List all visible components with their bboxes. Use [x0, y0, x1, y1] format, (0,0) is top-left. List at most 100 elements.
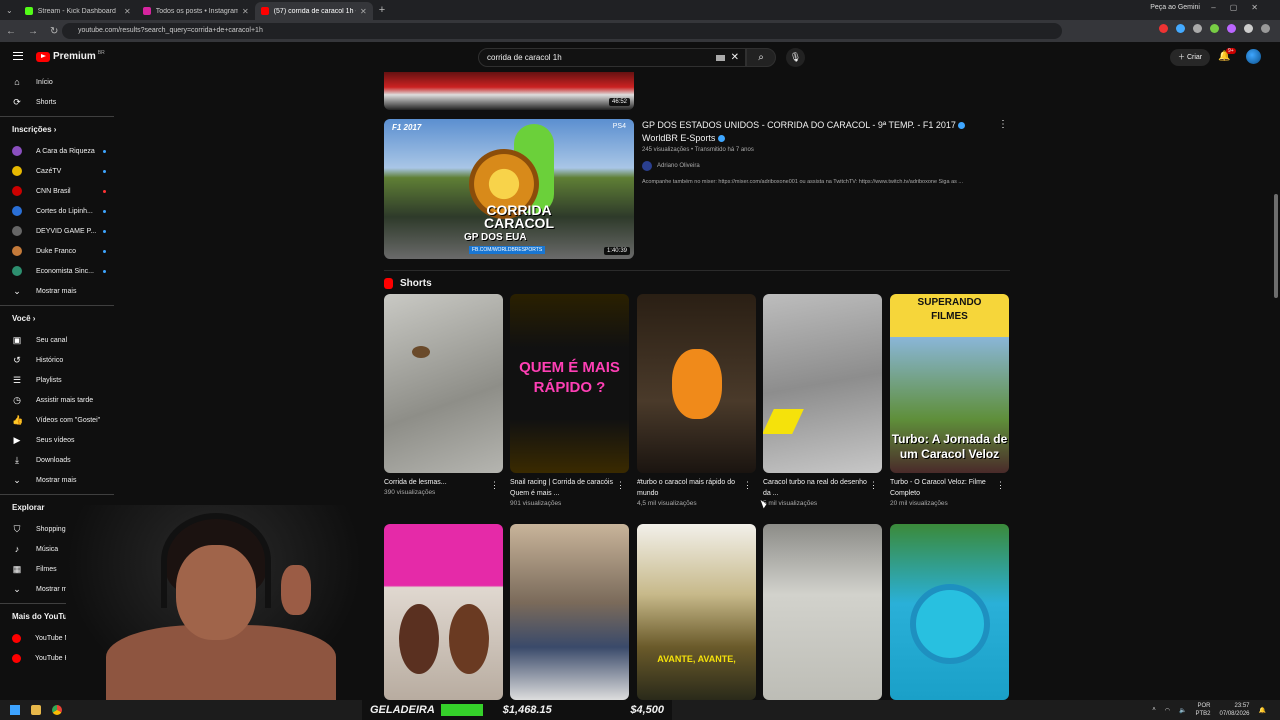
- sidebar-item-watch-later[interactable]: ◷ Assistir mais tarde: [0, 390, 118, 410]
- short-card[interactable]: Caracol turbo na real do desenho da ... …: [763, 294, 882, 507]
- short-thumbnail[interactable]: [384, 524, 503, 700]
- short-title[interactable]: Snail racing | Corrida de caracóis Quem …: [510, 477, 614, 499]
- video-thumbnail[interactable]: F1 2017 PS4 CORRIDA CARACOL GP DOS EUA F…: [384, 119, 634, 259]
- file-explorer-icon[interactable]: [31, 705, 41, 715]
- more-vert-icon[interactable]: ⋮: [743, 480, 752, 491]
- short-thumbnail[interactable]: AVANTE, AVANTE,: [637, 524, 756, 700]
- short-card[interactable]: SUPERANDO FILMES Turbo: A Jornada de um …: [890, 294, 1009, 507]
- close-icon[interactable]: ✕: [360, 7, 367, 16]
- window-controls[interactable]: –▢✕: [1211, 3, 1272, 12]
- more-vert-icon[interactable]: ⋮: [490, 480, 499, 491]
- browser-tabbar: ⌄ Stream - Kick Dashboard ✕ Todos os post…: [0, 0, 1280, 20]
- new-tab-button[interactable]: +: [379, 4, 385, 16]
- short-card[interactable]: [384, 524, 503, 700]
- extension-icon[interactable]: [1210, 24, 1219, 33]
- globe-icon: [958, 122, 966, 130]
- more-vert-icon[interactable]: ⋮: [998, 119, 1008, 130]
- system-tray: ˄ ◠ 🔈 POR PTB2 23:57 07/08/2026 🔔: [1152, 702, 1266, 718]
- tab-instagram[interactable]: Todos os posts • Instagram ✕: [137, 2, 255, 20]
- notification-icon[interactable]: 🔔: [1259, 707, 1266, 714]
- reload-icon[interactable]: ↻: [50, 26, 58, 37]
- short-thumbnail[interactable]: [890, 524, 1009, 700]
- short-thumbnail[interactable]: SUPERANDO FILMES Turbo: A Jornada de um …: [890, 294, 1009, 473]
- youtube-logo[interactable]: Premium BR: [36, 50, 105, 62]
- short-thumbnail[interactable]: [763, 524, 882, 700]
- video-channel[interactable]: Adriano Oliveira: [642, 161, 1002, 171]
- search-input[interactable]: corrida de caracol 1h ✕: [478, 48, 746, 67]
- short-card[interactable]: #turbo o caracol mais rápido do mundo 4,…: [637, 294, 756, 507]
- short-card[interactable]: QUEM É MAIS RÁPIDO ? Snail racing | Corr…: [510, 294, 629, 507]
- sidebar-item-channel[interactable]: Cortes do Lipinh...: [0, 201, 118, 221]
- video-thumbnail[interactable]: 46:52: [384, 72, 634, 110]
- windows-start-icon[interactable]: [10, 705, 20, 715]
- hamburger-menu-icon[interactable]: [13, 52, 23, 60]
- search-button[interactable]: ⌕: [746, 48, 776, 67]
- forward-icon[interactable]: →: [28, 26, 38, 37]
- extension-icon[interactable]: [1244, 24, 1253, 33]
- chrome-icon[interactable]: [52, 705, 62, 715]
- show-more-subscriptions[interactable]: ⌄ Mostrar mais: [0, 281, 118, 301]
- url-field[interactable]: youtube.com/results?search_query=corrida…: [62, 23, 1062, 39]
- more-vert-icon[interactable]: ⋮: [996, 480, 1005, 491]
- you-heading[interactable]: Você ›: [0, 306, 118, 330]
- tab-search-icon[interactable]: ⌄: [6, 6, 13, 15]
- sidebar-item-channel[interactable]: DEYVID GAME P...: [0, 221, 118, 241]
- short-card[interactable]: Corrida de lesmas... 390 visualizações ⋮: [384, 294, 503, 496]
- subscriptions-heading[interactable]: Inscrições ›: [0, 117, 118, 141]
- sidebar-item-liked[interactable]: 👍 Vídeos com "Gostei": [0, 410, 118, 430]
- sidebar-item-home[interactable]: ⌂ Início: [0, 72, 118, 92]
- profile-icon[interactable]: [1261, 24, 1270, 33]
- video-icon: ▶: [13, 434, 21, 445]
- back-icon[interactable]: ←: [6, 26, 16, 37]
- close-icon[interactable]: ✕: [124, 7, 131, 16]
- sidebar-item-playlists[interactable]: ☰ Playlists: [0, 370, 118, 390]
- short-thumbnail[interactable]: [763, 294, 882, 473]
- keyboard-language[interactable]: POR PTB2: [1195, 702, 1210, 718]
- short-card[interactable]: [890, 524, 1009, 700]
- sidebar-item-channel[interactable]: A Cara da Riqueza: [0, 141, 118, 161]
- sidebar-item-channel[interactable]: Duke Franco: [0, 241, 118, 261]
- show-more-you[interactable]: ⌄ Mostrar mais: [0, 470, 118, 490]
- extension-icon[interactable]: [1176, 24, 1185, 33]
- create-button[interactable]: ＋ Criar: [1170, 49, 1211, 66]
- sidebar-item-downloads[interactable]: ⤓ Downloads: [0, 450, 118, 470]
- sidebar-item-history[interactable]: ↺ Histórico: [0, 350, 118, 370]
- short-title[interactable]: Turbo - O Caracol Veloz: Filme Completo: [890, 477, 994, 499]
- extension-icon[interactable]: [1193, 24, 1202, 33]
- tab-kick[interactable]: Stream - Kick Dashboard ✕: [19, 2, 137, 20]
- sidebar-item-channel[interactable]: CazéTV: [0, 161, 118, 181]
- tab-youtube[interactable]: (57) corrida de caracol 1h - You… ✕: [254, 2, 373, 20]
- page-scrollbar[interactable]: [1274, 194, 1278, 298]
- keyboard-icon[interactable]: [716, 55, 725, 61]
- short-title[interactable]: Corrida de lesmas...: [384, 477, 488, 488]
- chevron-up-icon[interactable]: ˄: [1152, 707, 1156, 713]
- short-card[interactable]: AVANTE, AVANTE,: [637, 524, 756, 700]
- wifi-icon[interactable]: ◠: [1165, 707, 1170, 714]
- gemini-button[interactable]: Peça ao Gemini: [1150, 4, 1200, 11]
- avatar[interactable]: [1246, 49, 1261, 64]
- short-title[interactable]: Caracol turbo na real do desenho da ...: [763, 477, 867, 499]
- mic-button[interactable]: 🎙: [786, 48, 805, 67]
- extension-icon[interactable]: [1159, 24, 1168, 33]
- extension-icon[interactable]: [1227, 24, 1236, 33]
- short-thumbnail[interactable]: [510, 524, 629, 700]
- short-title[interactable]: #turbo o caracol mais rápido do mundo: [637, 477, 741, 499]
- short-thumbnail[interactable]: QUEM É MAIS RÁPIDO ?: [510, 294, 629, 473]
- more-vert-icon[interactable]: ⋮: [869, 480, 878, 491]
- short-thumbnail[interactable]: [637, 294, 756, 473]
- sidebar-item-your-videos[interactable]: ▶ Seus vídeos: [0, 430, 118, 450]
- video-title[interactable]: GP DOS ESTADOS UNIDOS - CORRIDA DO CARAC…: [642, 119, 1002, 145]
- clock[interactable]: 23:57 07/08/2026: [1219, 702, 1249, 718]
- sidebar-item-shorts[interactable]: ⟳ Shorts: [0, 92, 118, 112]
- short-card[interactable]: [510, 524, 629, 700]
- sidebar-item-your-channel[interactable]: ▣ Seu canal: [0, 330, 118, 350]
- thumbnail-text: PS4: [612, 123, 626, 130]
- clear-icon[interactable]: ✕: [731, 49, 739, 66]
- short-thumbnail[interactable]: [384, 294, 503, 473]
- close-icon[interactable]: ✕: [242, 7, 249, 16]
- more-vert-icon[interactable]: ⋮: [616, 480, 625, 491]
- sidebar-item-channel[interactable]: Economista Sinc...: [0, 261, 118, 281]
- short-card[interactable]: [763, 524, 882, 700]
- volume-icon[interactable]: 🔈: [1179, 707, 1186, 714]
- sidebar-item-channel[interactable]: CNN Brasil: [0, 181, 118, 201]
